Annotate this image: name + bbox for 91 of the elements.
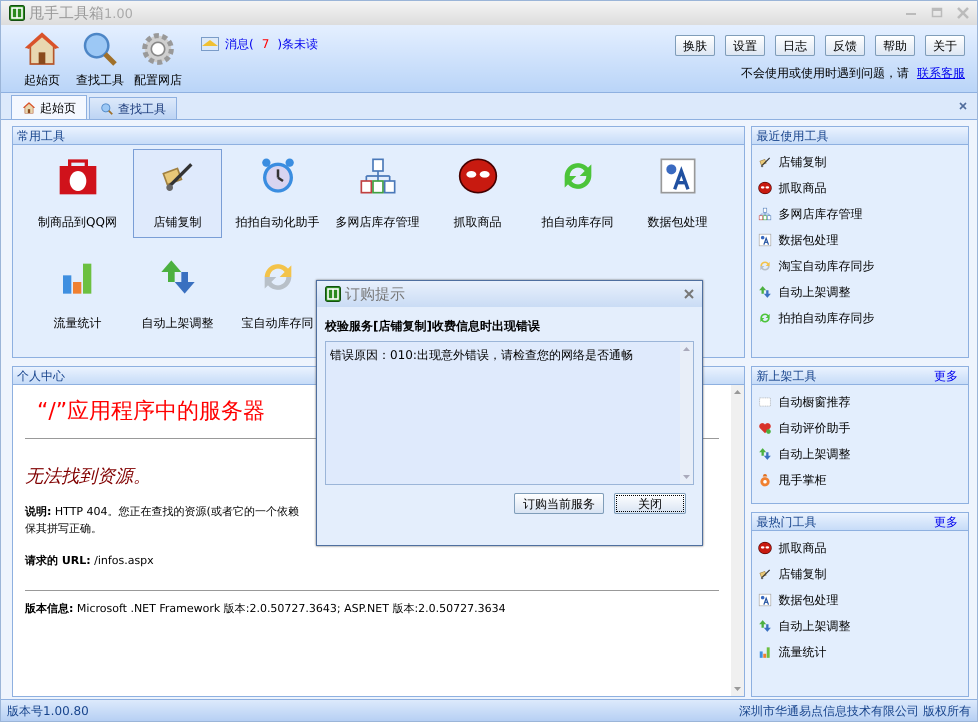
requested-url-text: 请求的 URL: /infos.aspx xyxy=(25,553,155,569)
tool-link[interactable]: 拍拍自动库存同步 xyxy=(778,309,874,327)
tool-link[interactable]: 店铺复制 xyxy=(778,565,826,583)
tool-item[interactable]: 抓取商品 xyxy=(433,149,522,238)
toolbar-button[interactable]: 配置网店 xyxy=(129,29,187,92)
tool-item[interactable]: 自动上架调整 xyxy=(133,250,222,339)
dialog-heading: 校验服务[店铺复制]收费信息时出现错误 xyxy=(325,318,541,335)
tool-link[interactable]: 店铺复制 xyxy=(778,153,826,171)
help-text: 不会使用或使用时遇到问题，请 xyxy=(741,65,909,82)
header-button[interactable]: 帮助 xyxy=(875,35,915,56)
tab[interactable]: 起始页 xyxy=(11,95,87,119)
heart-icon xyxy=(758,421,772,435)
header-button[interactable]: 反馈 xyxy=(825,35,865,56)
tool-link[interactable]: 流量统计 xyxy=(778,643,826,661)
tool-link[interactable]: 自动橱窗推荐 xyxy=(778,393,850,411)
frame-icon xyxy=(758,395,772,409)
tool-item[interactable]: 拍拍自动化助手 xyxy=(233,149,322,238)
description-text: 保其拼写正确。 xyxy=(25,520,103,536)
panel-title: 常用工具 xyxy=(17,128,65,144)
hand-truck-icon xyxy=(758,567,772,581)
hierarchy-icon xyxy=(758,207,772,221)
close-icon[interactable] xyxy=(684,289,694,299)
tool-link[interactable]: 自动上架调整 xyxy=(778,283,850,301)
hierarchy-icon xyxy=(358,156,398,196)
tool-link[interactable]: 自动上架调整 xyxy=(778,445,850,463)
tool-link[interactable]: 自动上架调整 xyxy=(778,617,850,635)
sync-arrows-icon xyxy=(758,259,772,273)
version-info-text: 版本信息: Microsoft .NET Framework 版本:2.0.50727.3643; ASP.NET 版本:2.0.50727.3634 xyxy=(25,600,507,616)
header-button[interactable]: 关于 xyxy=(925,35,965,56)
copyright-text: 深圳市华通易点信息技术有限公司 版权所有 xyxy=(739,702,971,720)
maximize-icon[interactable] xyxy=(931,7,943,19)
close-tab-icon[interactable] xyxy=(959,102,967,110)
tool-item[interactable]: 拍自动库存同 xyxy=(533,149,622,238)
house-icon xyxy=(22,100,36,114)
tool-link[interactable]: 数据包处理 xyxy=(778,231,838,249)
window-title: 甩手工具箱1.00 xyxy=(29,2,133,24)
spider-face-icon xyxy=(758,181,772,195)
font-letters-icon xyxy=(758,233,772,247)
tool-link[interactable]: 抓取商品 xyxy=(778,539,826,557)
description-text: 说明: HTTP 404。您正在查找的资源(或者它的一个依赖 xyxy=(25,505,299,518)
font-letters-icon xyxy=(758,593,772,607)
dialog-button[interactable]: 订购当前服务 xyxy=(514,493,604,514)
header-button[interactable]: 换肤 xyxy=(675,35,715,56)
tool-link[interactable]: 淘宝自动库存同步 xyxy=(778,257,874,275)
envelope-icon xyxy=(201,37,219,51)
hand-truck-icon xyxy=(758,155,772,169)
panel-title: 最热门工具 xyxy=(756,514,816,530)
contact-support-link[interactable]: 联系客服 xyxy=(917,64,965,82)
scrollbar[interactable] xyxy=(731,385,744,696)
toolbar-button[interactable]: 起始页 xyxy=(13,29,71,92)
header-button[interactable]: 设置 xyxy=(725,35,765,56)
money-bag-icon xyxy=(758,473,772,487)
dialog-title: 订购提示 xyxy=(345,284,405,305)
error-heading: “/”应用程序中的服务器 xyxy=(36,398,266,426)
close-icon[interactable] xyxy=(957,7,969,19)
more-link[interactable]: 更多 xyxy=(934,366,964,384)
dialog-button[interactable]: 关闭 xyxy=(614,493,686,514)
tool-link[interactable]: 抓取商品 xyxy=(778,179,826,197)
app-logo-icon xyxy=(325,286,341,302)
tool-link[interactable]: 数据包处理 xyxy=(778,591,838,609)
error-subheading: 无法找到资源。 xyxy=(25,466,151,487)
bar-chart-icon xyxy=(758,645,772,659)
tool-item[interactable]: 宝自动库存同 xyxy=(233,250,322,339)
header-button[interactable]: 日志 xyxy=(775,35,815,56)
tool-item[interactable]: 流量统计 xyxy=(33,250,122,339)
sync-arrows-icon xyxy=(758,311,772,325)
spider-face-icon xyxy=(458,156,498,196)
search-icon xyxy=(100,102,114,116)
tool-item[interactable]: 数据包处理 xyxy=(633,149,722,238)
tab[interactable]: 查找工具 xyxy=(89,97,177,119)
tool-link[interactable]: 自动评价助手 xyxy=(778,419,850,437)
version-label: 版本号1.00.80 xyxy=(7,702,89,720)
tool-item[interactable]: 店铺复制 xyxy=(133,149,222,238)
app-logo-icon xyxy=(9,5,25,21)
scrollbar[interactable] xyxy=(680,342,693,484)
panel-title: 最近使用工具 xyxy=(756,128,828,144)
up-down-arrows-icon xyxy=(758,285,772,299)
spider-face-icon xyxy=(758,541,772,555)
error-message: 错误原因：010:出现意外错误，请检查您的网络是否通畅 xyxy=(330,348,633,362)
tool-link[interactable]: 甩手掌柜 xyxy=(778,471,826,489)
up-down-arrows-icon xyxy=(758,619,772,633)
more-link[interactable]: 更多 xyxy=(934,512,964,530)
up-down-arrows-icon xyxy=(758,447,772,461)
font-letters-icon xyxy=(658,156,698,196)
tool-link[interactable]: 多网店库存管理 xyxy=(778,205,862,223)
panel-title: 新上架工具 xyxy=(756,368,816,384)
tool-item[interactable]: 制商品到QQ网 xyxy=(33,149,122,238)
message-link[interactable]: 消息( 7 )条未读 xyxy=(225,35,318,53)
toolbar-button[interactable]: 查找工具 xyxy=(71,29,129,92)
panel-title: 个人中心 xyxy=(17,368,65,384)
tool-item[interactable]: 多网店库存管理 xyxy=(333,149,422,238)
